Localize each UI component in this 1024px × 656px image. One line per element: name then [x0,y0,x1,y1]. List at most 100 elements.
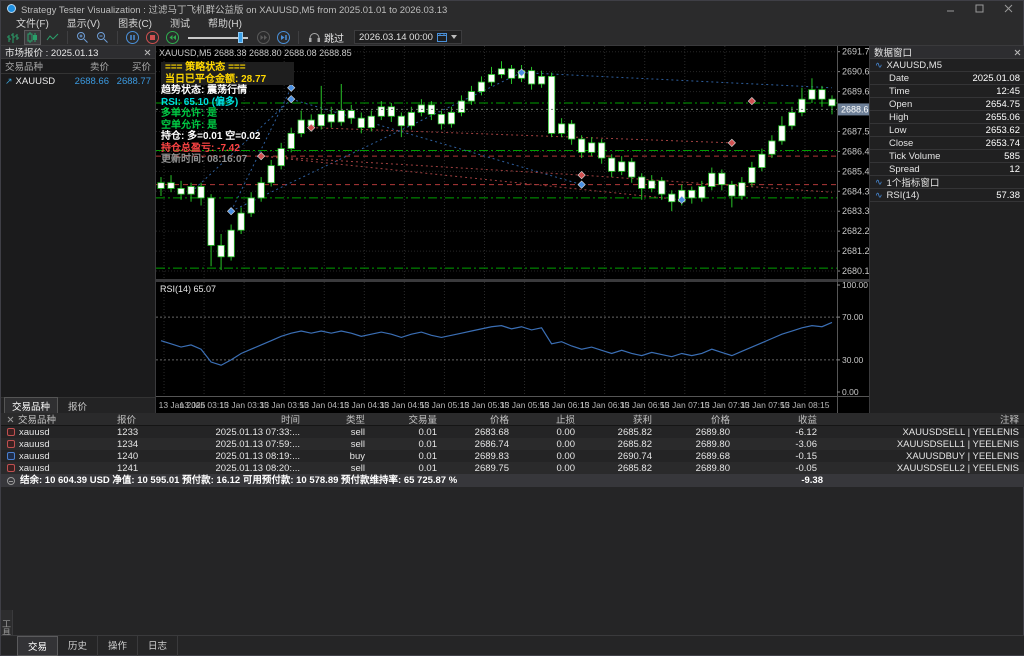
data-window-row-open: Open2654.75 [870,98,1024,111]
svg-text:2688.66: 2688.66 [841,104,869,114]
strategy-tester-window: Strategy Tester Visualization : 过滤马丁飞机群公… [0,0,1024,656]
minimize-icon[interactable] [946,4,955,13]
status-line-1: 当日已平仓金额: 28.77 [161,74,294,86]
data-window-row-low: Low2653.62 [870,124,1024,137]
status-line-8: 更新时间: 08:16:07 [161,154,294,166]
close-icon[interactable] [1014,49,1021,56]
bar-chart-button[interactable] [4,30,21,45]
data-window-row-rsi: ∿RSI(14)57.38 [870,189,1024,202]
svg-text:RSI(14) 65.07: RSI(14) 65.07 [160,284,216,294]
pause-button[interactable] [124,30,141,45]
trade-col-6: 止损 [515,413,581,425]
data-window-panel: 数据窗口 ∿XAUUSD,M5Date2025.01.08Time12:45Op… [869,46,1024,413]
svg-text:70.00: 70.00 [842,312,864,322]
sell-order-icon [7,464,15,472]
slider-handle[interactable] [238,32,243,43]
status-line-5: 空单允许: 是 [161,120,294,132]
trade-col-9: 收益 [736,413,823,425]
bottom-tab-历史[interactable]: 历史 [58,636,98,656]
market-watch-row-xauusd[interactable]: ↗XAUUSD 2688.66 2688.77 [1,74,155,89]
trend-up-icon: ↗ [5,76,13,87]
candlestick-chart-button[interactable] [24,30,41,45]
bottom-tab-日志[interactable]: 日志 [138,636,178,656]
market-watch-title: 市场报价 : 2025.01.13 [5,45,98,59]
calendar-icon [437,32,447,42]
chart-wave-icon: ∿ [875,60,883,71]
trade-col-2: 时间 [176,413,306,425]
bottom-tab-bar: 交易历史操作日志 [1,635,1024,655]
svg-text:13 Jan 08:15: 13 Jan 08:15 [780,400,829,410]
status-line-2: 趋势状态: 震荡行情 [161,85,294,97]
trade-row[interactable]: xauusd12332025.01.13 07:33:...sell0.0126… [1,426,1024,438]
status-line-7: 持仓总盈亏: -7.42 [161,143,294,155]
zoom-in-button[interactable] [74,30,91,45]
line-chart-button[interactable] [44,30,61,45]
tab-quotes[interactable]: 报价 [61,398,94,414]
rewind-button[interactable] [164,30,181,45]
menu-file[interactable]: 文件(F) [7,15,58,30]
zoom-out-button[interactable] [94,30,111,45]
stop-button[interactable] [144,30,161,45]
app-icon [7,4,16,13]
skip-label: 跳过 [324,30,344,45]
close-icon[interactable] [144,49,151,56]
tab-symbols[interactable]: 交易品种 [4,397,58,415]
trade-col-3: 类型 [306,413,371,425]
menu-chart[interactable]: 图表(C) [109,15,161,30]
chart-wave-icon: ∿ [875,190,883,201]
svg-text:2682.25: 2682.25 [842,226,869,236]
maximize-icon[interactable] [975,4,984,13]
status-line-4: 多单允许: 是 [161,108,294,120]
datetime-picker[interactable]: 2026.03.14 00:00 [354,30,462,44]
trade-row[interactable]: xauusd12402025.01.13 08:19:...buy0.01268… [1,450,1024,462]
trade-col-8: 价格 [658,413,736,425]
sell-order-icon [7,440,15,448]
sell-order-icon [7,428,15,436]
close-icon[interactable] [1004,4,1013,13]
collapse-icon[interactable] [7,477,15,485]
trade-col-0: 交易品种 [1,413,111,425]
speed-slider[interactable] [188,31,248,44]
trade-row[interactable]: xauusd12412025.01.13 08:20:...sell0.0126… [1,462,1024,474]
svg-text:2683.30: 2683.30 [842,206,869,216]
svg-text:2681.20: 2681.20 [842,246,869,256]
data-window-row-symbol: ∿XAUUSD,M5 [870,59,1024,72]
close-icon[interactable] [7,416,14,423]
trade-col-1: 报价 [111,413,176,425]
trade-table: 交易品种报价时间类型交易量价格止损获利价格收益注释 xauusd12332025… [1,413,1024,487]
bottom-tab-交易[interactable]: 交易 [17,636,58,656]
menu-help[interactable]: 帮助(H) [199,15,251,30]
chart-wave-icon: ∿ [875,177,883,188]
fast-forward-button-disabled[interactable] [255,30,272,45]
status-line-0: === 策略状态 === [161,62,294,74]
data-window-row-indicator-section: ∿1个指标窗口 [870,176,1024,189]
svg-text:2680.15: 2680.15 [842,266,869,276]
svg-text:2686.45: 2686.45 [842,146,869,156]
chart-area[interactable]: 13 Jan 202513 Jan 03:1513 Jan 03:3513 Ja… [156,46,869,413]
ask-price: 2688.77 [109,76,151,87]
total-profit: -9.38 [801,474,823,487]
trade-col-7: 获利 [581,413,658,425]
status-line-6: 持仓: 多=0.01 空=0.02 [161,131,294,143]
skip-button[interactable]: 跳过 [305,30,347,45]
trade-row[interactable]: xauusd12342025.01.13 07:59:...sell0.0126… [1,438,1024,450]
bid-price: 2688.66 [67,76,109,87]
menu-test[interactable]: 测试 [161,15,199,30]
toolbar: 跳过 2026.03.14 00:00 [1,29,1023,46]
chevron-down-icon [451,35,457,39]
skip-to-end-button[interactable] [275,30,292,45]
svg-text:2684.35: 2684.35 [842,186,869,196]
svg-text:2689.60: 2689.60 [842,87,869,97]
trade-col-10: 注释 [823,413,1024,425]
svg-text:30.00: 30.00 [842,355,864,365]
bottom-tab-操作[interactable]: 操作 [98,636,138,656]
data-window-row-high: High2655.06 [870,111,1024,124]
data-window-row-time: Time12:45 [870,85,1024,98]
data-window-title: 数据窗口 [874,45,912,59]
market-watch-panel: 市场报价 : 2025.01.13 交易品种 卖价 买价 ↗XAUUSD 268… [1,46,156,413]
svg-text:2687.50: 2687.50 [842,126,869,136]
menu-view[interactable]: 显示(V) [58,15,109,30]
trade-table-header: 交易品种报价时间类型交易量价格止损获利价格收益注释 [1,413,1024,426]
datetime-value: 2026.03.14 00:00 [359,32,433,43]
title-bar: Strategy Tester Visualization : 过滤马丁飞机群公… [1,1,1023,16]
